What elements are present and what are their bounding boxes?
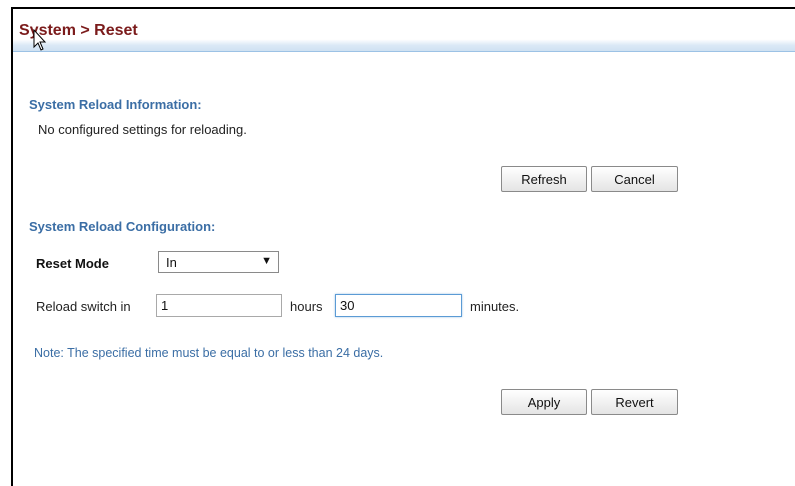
reset-mode-select[interactable]: In ▼ [158, 251, 279, 273]
hours-label: hours [290, 299, 323, 314]
chevron-down-icon: ▼ [261, 255, 272, 267]
minutes-label: minutes. [470, 299, 520, 314]
cancel-button[interactable]: Cancel [591, 166, 678, 192]
reset-mode-label: Reset Mode [36, 256, 109, 271]
apply-button[interactable]: Apply [501, 389, 587, 415]
reload-info-title: System Reload Information: [29, 97, 202, 112]
reload-info-message: No configured settings for reloading. [38, 122, 247, 137]
refresh-button[interactable]: Refresh [501, 166, 587, 192]
content-frame: System > Reset System Reload Information… [11, 7, 795, 486]
reload-switch-label: Reload switch in [36, 299, 131, 314]
time-limit-note: Note: The specified time must be equal t… [34, 346, 384, 360]
reload-config-title: System Reload Configuration: [29, 219, 216, 234]
hours-input[interactable]: 1 [156, 294, 282, 317]
mouse-cursor-icon [33, 29, 47, 51]
revert-button[interactable]: Revert [591, 389, 678, 415]
minutes-input[interactable]: 30 [335, 294, 462, 317]
page-header: System > Reset [13, 9, 795, 52]
reset-mode-value: In [166, 255, 177, 270]
